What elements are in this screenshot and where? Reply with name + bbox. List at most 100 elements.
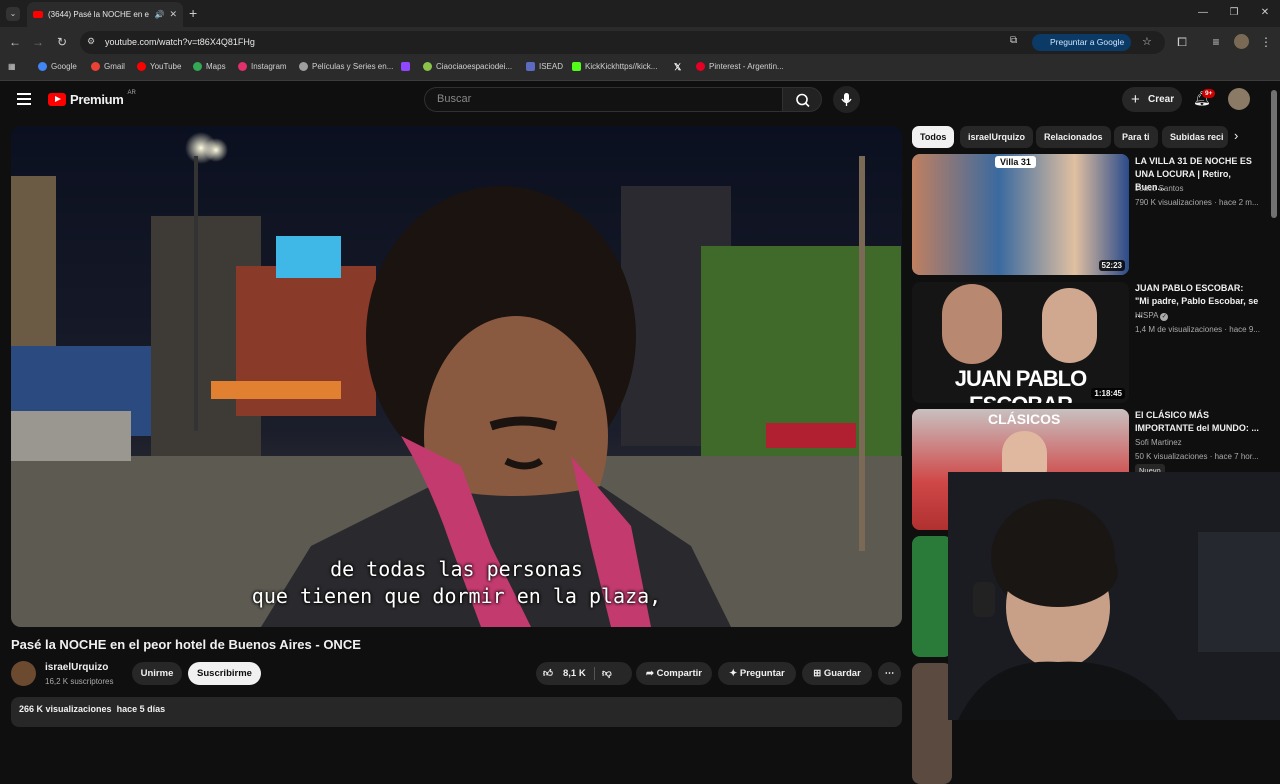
description-box[interactable]: 266 K visualizaciones hace 5 días [11,697,902,727]
region-code: AR [127,89,136,96]
ciaociao-icon [423,62,432,71]
audio-playing-icon[interactable]: 🔊 [154,10,164,19]
chip-relacionados[interactable]: Relacionados [1036,126,1111,148]
chip-para-ti[interactable]: Para ti [1114,126,1158,148]
bookmark-label: Ciaociaoespaciodei... [436,62,513,71]
voice-search-button[interactable] [833,86,860,113]
like-dislike-group: 👍︎ 8,1 K 👎︎ [536,662,632,685]
recommendation-thumbnail[interactable] [912,663,952,784]
account-avatar[interactable] [1228,88,1250,110]
recommendation-meta: 50 K visualizaciones · hace 7 hor... [1135,452,1259,461]
hamburger-menu-icon[interactable] [17,93,31,105]
bookmarks-bar: ▦ Google Gmail YouTube Maps Instagram Pe… [0,57,1280,81]
channel-name[interactable]: israelUrquizo [45,662,108,673]
bookmark-label: Películas y Series en... [312,62,394,71]
bookmark-kick[interactable]: KickKickhttps//kick... [572,62,657,71]
share-button[interactable]: ➦ Compartir [636,662,712,685]
bookmark-label: ISEAD [539,62,564,71]
chevron-right-icon[interactable]: › [1234,128,1238,143]
create-button[interactable]: + Crear [1122,87,1182,112]
verified-icon: ✓ [1160,313,1169,321]
youtube-premium-logo[interactable]: Premium AR [48,89,136,107]
bookmark-label: Pinterest - Argentin... [709,62,784,71]
ask-button[interactable]: ✦ Preguntar [718,662,796,685]
restore-icon[interactable]: ❐ [1227,6,1241,20]
notification-badge: 9+ [1202,89,1216,98]
bookmark-maps[interactable]: Maps [193,62,226,71]
like-icon[interactable]: 👍︎ [543,662,563,685]
bookmark-label: Maps [206,62,226,71]
bookmark-google[interactable]: Google [38,62,77,71]
bookmark-instagram[interactable]: Instagram [238,62,287,71]
install-app-icon[interactable]: ⧉ [1010,35,1017,46]
ask-label: Preguntar [739,668,785,679]
upload-age: hace 5 días [116,704,166,714]
bookmark-isead[interactable]: ISEAD [526,62,563,71]
chip-israelurquizo[interactable]: israelUrquizo [960,126,1034,148]
tab-search-icon[interactable]: ⌄ [6,7,20,21]
subscribe-button[interactable]: Suscribirme [188,662,261,685]
thumbnail-overlay-text: CLÁSICOS [988,411,1061,427]
more-actions-icon[interactable]: ⋯ [878,662,901,685]
instagram-icon [238,62,247,71]
recommendation-channel[interactable]: Sofi Martinez [1135,438,1260,447]
browser-menu-icon[interactable]: ⋮ [1259,35,1273,49]
bookmark-ciaociao[interactable]: Ciaociaoespaciodei... [423,62,512,71]
like-count[interactable]: 8,1 K [563,668,586,679]
save-label: Guardar [823,668,861,679]
isead-icon [526,62,535,71]
channel-label: HISPA [1135,311,1158,320]
dislike-icon[interactable]: 👎︎ [602,662,612,685]
channel-avatar[interactable] [11,661,36,686]
bookmark-x[interactable]: 𝕏 [674,62,681,73]
recommendation-title[interactable]: El CLÁSICO MÁS IMPORTANTE del MUNDO: ... [1135,409,1260,435]
join-button[interactable]: Unirme [132,662,182,685]
video-title: Pasé la NOCHE en el peor hotel de Buenos… [11,637,361,652]
globe-icon [299,62,308,71]
bookmark-youtube[interactable]: YouTube [137,62,181,71]
recommendation-thumbnail[interactable]: JUAN PABLO ESCOBAR 1:18:45 [912,282,1129,403]
microphone-icon [841,93,852,106]
recommendation-thumbnail[interactable]: Villa 31 52:23 [912,154,1129,275]
back-icon[interactable]: ← [8,35,22,49]
search-input[interactable]: Buscar [424,87,782,112]
close-tab-icon[interactable]: ✕ [169,9,177,20]
media-controls-icon[interactable]: ≡ [1209,35,1223,49]
search-button[interactable] [782,87,822,112]
ask-google-button[interactable]: Preguntar a Google [1032,34,1132,51]
bookmark-pinterest[interactable]: Pinterest - Argentin... [696,62,784,71]
address-bar[interactable]: ⚙ youtube.com/watch?v=t86X4Q81FHg ⧉ Preg… [80,31,1165,54]
apps-grid-icon[interactable]: ▦ [8,62,16,71]
video-frame [11,126,902,627]
bookmark-twitch[interactable] [401,62,410,71]
browser-tab[interactable]: (3644) Pasé la NOCHE en el 🔊 ✕ [27,2,183,27]
minimize-icon[interactable]: — [1196,6,1210,20]
recommendation-channel[interactable]: HISPA ✓ [1135,311,1260,321]
url-text[interactable]: youtube.com/watch?v=t86X4Q81FHg [105,37,255,47]
new-tab-icon[interactable]: + [189,5,197,21]
share-icon: ➦ [645,668,657,679]
reload-icon[interactable]: ↻ [55,35,69,49]
profile-avatar[interactable] [1234,34,1249,49]
chip-subidas-recientes[interactable]: Subidas reci [1162,126,1228,148]
bookmark-label: KickKickhttps//kick... [585,62,658,71]
gmail-icon [91,62,100,71]
save-button[interactable]: ⊞ Guardar [802,662,872,685]
bookmark-peliculas[interactable]: Películas y Series en... [299,62,393,71]
recommendation-channel[interactable]: Joaco Santos [1135,184,1260,193]
google-icon [38,62,47,71]
tab-title: (3644) Pasé la NOCHE en el [48,10,150,19]
youtube-favicon-icon [33,11,43,18]
extensions-icon[interactable]: ⧠ [1175,35,1189,49]
chip-todos[interactable]: Todos [912,126,955,148]
video-duration: 52:23 [1098,260,1125,271]
recommendation-thumbnail[interactable] [912,536,952,657]
forward-icon[interactable]: → [31,35,45,49]
page-scrollbar[interactable] [1271,90,1277,218]
bookmark-star-icon[interactable]: ☆ [1142,35,1152,48]
close-window-icon[interactable]: ✕ [1258,6,1272,20]
site-info-icon[interactable]: ⚙ [87,36,95,47]
video-player[interactable]: de todas las personas que tienen que dor… [11,126,902,627]
sparkle-icon: ✦ [729,668,740,679]
bookmark-gmail[interactable]: Gmail [91,62,125,71]
